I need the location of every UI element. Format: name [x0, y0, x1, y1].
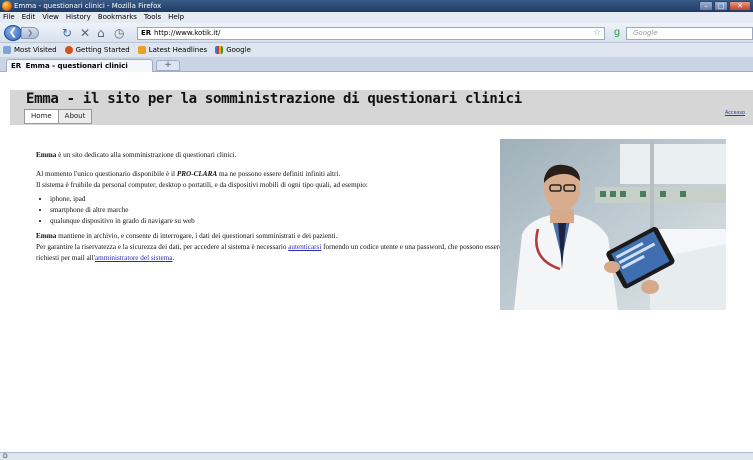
address-bar[interactable]: ER http://www.kotik.it/ ☆: [137, 27, 605, 40]
status-text: D: [3, 453, 8, 460]
archive-paragraph: Emma mantiene in archivio, e consente di…: [36, 231, 506, 242]
bookmark-label: Getting Started: [75, 46, 130, 54]
bookmark-icon: [3, 46, 11, 54]
emma-name: Emma: [36, 232, 57, 240]
bookmark-latest-headlines[interactable]: Latest Headlines: [137, 43, 208, 57]
back-icon[interactable]: ❮: [4, 25, 22, 41]
questionnaire-paragraph: Al momento l'unico questionario disponib…: [36, 169, 506, 180]
rss-icon: [137, 46, 146, 54]
list-item: smartphone di altre marche: [50, 205, 506, 216]
emma-name: Emma: [36, 151, 57, 159]
list-item: qualunque dispositivo in grado di naviga…: [50, 216, 506, 227]
tab-strip: ER Emma - questionari clinici +: [0, 57, 753, 72]
p2-text-end: ma ne possono essere definiti infiniti a…: [217, 170, 341, 178]
bookmarks-toolbar: Most Visited Getting Started Latest Head…: [0, 43, 753, 57]
history-icon[interactable]: ◷: [114, 26, 124, 40]
archive-text: mantiene in archivio, e consente di inte…: [56, 232, 338, 240]
firefox-bookmark-icon: [64, 46, 73, 54]
authenticate-link[interactable]: autenticarsi: [288, 243, 321, 251]
home-icon[interactable]: ⌂: [97, 26, 105, 40]
search-engine-icon[interactable]: g: [610, 26, 624, 40]
menu-history[interactable]: History: [66, 12, 91, 23]
bookmark-label: Google: [226, 46, 251, 54]
status-bar: D: [0, 452, 753, 460]
devices-paragraph: Il sistema è fruibile da personal comput…: [36, 181, 368, 189]
pro-clara-name: PRO-CLARA: [176, 170, 218, 178]
bookmark-label: Latest Headlines: [148, 46, 208, 54]
menu-edit[interactable]: Edit: [22, 12, 36, 23]
navigation-toolbar: ❮ ❯ ↻ ✕ ⌂ ◷ ER http://www.kotik.it/ ☆ g …: [0, 23, 753, 43]
doctor-tablet-photo: [500, 139, 726, 310]
search-input[interactable]: Google: [626, 27, 753, 40]
menu-bookmarks[interactable]: Bookmarks: [98, 12, 137, 23]
tab-favicon-icon: ER: [11, 62, 22, 70]
menu-bar: File Edit View History Bookmarks Tools H…: [0, 12, 753, 23]
window-controls: – □ ✕: [699, 1, 751, 11]
doctor-photo-illustration: [500, 139, 726, 310]
browser-window: Emma - questionari clinici - Mozilla Fir…: [0, 0, 753, 460]
page-content: Emma - il sito per la somministrazione d…: [0, 72, 753, 452]
new-tab-button[interactable]: +: [156, 60, 180, 71]
device-list: iphone, ipad smartphone di altre marche …: [50, 194, 506, 227]
bookmark-google[interactable]: Google: [215, 43, 251, 57]
bookmark-label: Most Visited: [14, 46, 57, 54]
list-item: iphone, ipad: [50, 194, 506, 205]
p2-text: Al momento l'unico questionario disponib…: [36, 170, 177, 178]
window-title: Emma - questionari clinici - Mozilla Fir…: [14, 2, 162, 10]
tab-title: Emma - questionari clinici: [25, 62, 128, 70]
main-text: Emma è un sito dedicato alla somministra…: [36, 150, 506, 264]
bookmark-star-icon[interactable]: ☆: [593, 28, 601, 39]
admin-link[interactable]: amministratore del sistema: [95, 254, 172, 262]
menu-tools[interactable]: Tools: [144, 12, 161, 23]
security-text-end: .: [172, 254, 175, 262]
site-title: Emma - il sito per la somministrazione d…: [26, 91, 522, 107]
url-text: http://www.kotik.it/: [154, 29, 221, 37]
access-link[interactable]: Accesso: [725, 110, 745, 116]
firefox-logo-icon: [2, 1, 12, 11]
google-icon: [215, 46, 224, 54]
close-icon[interactable]: ✕: [729, 1, 751, 11]
title-bar: Emma - questionari clinici - Mozilla Fir…: [0, 0, 753, 12]
security-paragraph: Per garantire la riservatezza e la sicur…: [36, 242, 506, 264]
menu-help[interactable]: Help: [168, 12, 184, 23]
menu-file[interactable]: File: [3, 12, 15, 23]
site-menu: Home About: [24, 109, 93, 124]
security-text: Per garantire la riservatezza e la sicur…: [36, 243, 289, 251]
menu-view[interactable]: View: [42, 12, 59, 23]
site-header: Emma - il sito per la somministrazione d…: [10, 90, 753, 125]
intro-paragraph: Emma è un sito dedicato alla somministra…: [36, 150, 506, 161]
intro-text: è un sito dedicato alla somministrazione…: [56, 151, 237, 159]
tab-emma[interactable]: ER Emma - questionari clinici: [6, 59, 153, 72]
maximize-icon[interactable]: □: [714, 1, 728, 11]
site-favicon-icon: ER: [141, 29, 152, 37]
bookmark-most-visited[interactable]: Most Visited: [3, 43, 57, 57]
menu-home[interactable]: Home: [24, 109, 59, 124]
menu-about[interactable]: About: [58, 109, 93, 124]
reload-icon[interactable]: ↻: [62, 26, 72, 40]
forward-icon[interactable]: ❯: [21, 27, 39, 39]
bookmark-getting-started[interactable]: Getting Started: [64, 43, 130, 57]
minimize-icon[interactable]: –: [699, 1, 713, 11]
stop-icon[interactable]: ✕: [80, 26, 90, 40]
